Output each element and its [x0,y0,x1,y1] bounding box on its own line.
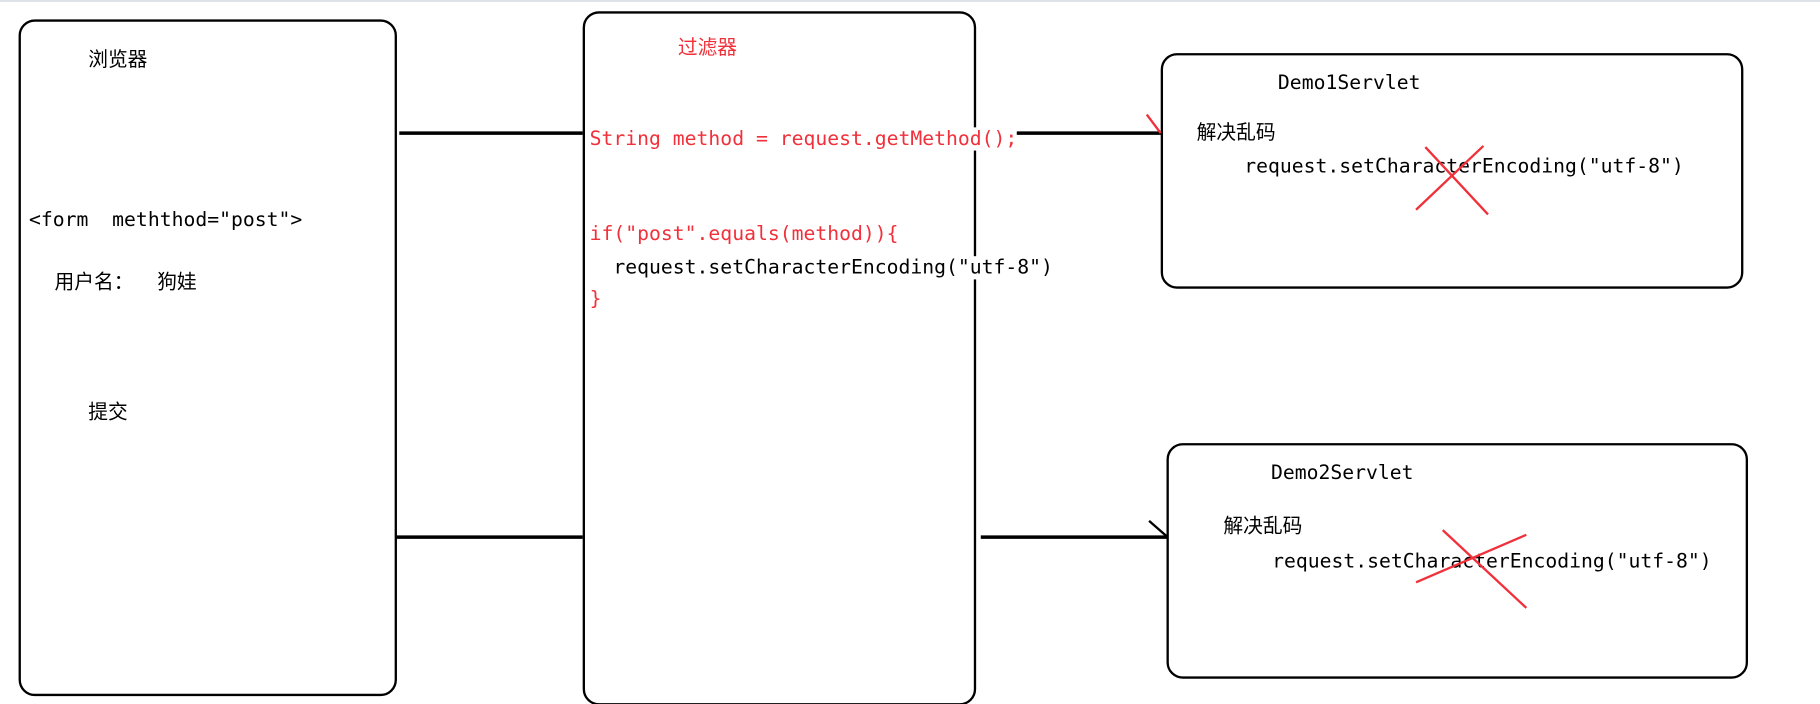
demo1-cross-mark [1415,145,1489,216]
strike-marks [1415,145,1528,609]
demo2-cross-mark [1415,529,1528,609]
diagram-canvas: 浏览器 <form meththod="post"> 用户名： 狗娃 提交 过滤… [0,0,1820,704]
